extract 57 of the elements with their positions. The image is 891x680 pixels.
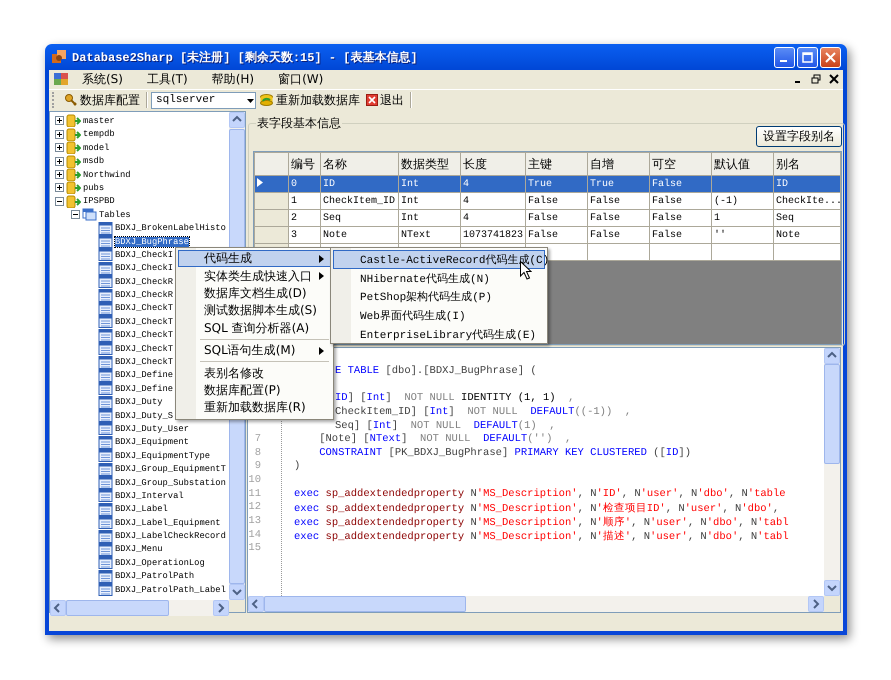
table-cell: Int	[398, 176, 460, 193]
code-line: exec sp_addextendedproperty N'MS_Description', N'描述', N'user', N'dbo', N'tabl	[294, 529, 789, 542]
window-title: Database2Sharp [未注册] [剩余天数:15] - [表基本信息]	[72, 50, 419, 66]
table-cell: 2	[288, 210, 320, 227]
table-cell: 1	[288, 192, 320, 210]
code-line: ID] [Int] NOT NULL IDENTITY (1, 1) ,	[335, 392, 574, 406]
table-cell: 4	[460, 176, 526, 193]
code-line: exec sp_addextendedproperty N'MS_Description', N'顺序', N'user', N'dbo', N'tabl	[294, 515, 789, 529]
table-cell: True	[526, 176, 588, 193]
table-cell: CheckIte...	[774, 192, 840, 210]
table-cell: ID	[320, 176, 398, 193]
code-line: CONSTRAINT [PK_BDXJ_BugPhrase] PRIMARY KEY CLUSTERED ([ID])	[318, 446, 691, 460]
table-cell: 1073741823	[460, 226, 526, 244]
table-cell: False	[526, 226, 588, 244]
code-line: exec sp_addextendedproperty N'MS_Description', N'ID', N'user', N'dbo', N'table	[294, 488, 786, 502]
table-cell: False	[650, 210, 712, 227]
code-line: )	[294, 460, 300, 474]
line-number: 9	[254, 460, 262, 474]
table-cell: False	[588, 226, 650, 244]
line-number: 7	[254, 433, 262, 447]
table-cell: 4	[460, 192, 526, 210]
line-number: 10	[248, 474, 262, 488]
code-line: [Note] [NText] NOT NULL DEFAULT('') ,	[318, 433, 572, 447]
table-cell: 1	[712, 210, 774, 227]
table-cell: Note	[774, 226, 840, 244]
table-cell: False	[588, 192, 650, 210]
line-number: 14	[248, 528, 262, 542]
table-cell: ID	[774, 176, 840, 193]
table-cell: Note	[320, 226, 398, 244]
code-line: Seq] [Int] NOT NULL DEFAULT(1) ,	[335, 420, 556, 433]
table-cell: CheckItem_ID	[320, 192, 398, 210]
table-cell: ''	[712, 226, 774, 244]
table-cell: False	[526, 210, 588, 227]
table-cell: False	[650, 176, 712, 193]
code-line: E TABLE [dbo].[BDXJ_BugPhrase] (	[335, 364, 537, 379]
table-cell: Int	[398, 210, 460, 227]
line-number: 12	[248, 501, 262, 515]
table-cell: Int	[398, 192, 460, 210]
table-cell: False	[588, 210, 650, 227]
code-line: exec sp_addextendedproperty N'MS_Description', N'检查项目ID', N'user', N'dbo',	[294, 501, 780, 515]
line-number: 15	[248, 542, 262, 556]
line-number: 8	[254, 446, 262, 460]
table-cell: 4	[460, 210, 526, 227]
table-cell: False	[650, 226, 712, 244]
table-cell: (-1)	[712, 192, 774, 210]
table-cell: 3	[288, 226, 320, 244]
table-cell: False	[650, 192, 712, 210]
line-number: 13	[248, 514, 262, 529]
table-cell: True	[588, 176, 650, 193]
line-number: 11	[248, 488, 262, 502]
group-title: 表字段基本信息	[256, 115, 342, 132]
table-cell: 0	[288, 176, 320, 193]
table-cell: Seq	[320, 210, 398, 227]
table-cell: Seq	[774, 210, 840, 227]
code-line: CheckItem_ID] [Int] NOT NULL DEFAULT((-1)) ,	[335, 406, 632, 420]
table-cell: NText	[398, 226, 460, 244]
table-cell: False	[526, 192, 588, 210]
